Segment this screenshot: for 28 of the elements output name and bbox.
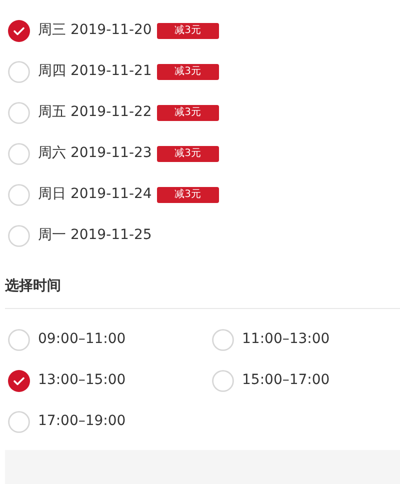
radio-icon[interactable] — [212, 370, 234, 392]
discount-tag: 减3元 — [156, 146, 219, 162]
time-slot-label: 11:00–13:00 — [242, 330, 330, 349]
discount-tag: 减3元 — [156, 104, 219, 120]
time-slot-label: 09:00–11:00 — [38, 330, 126, 349]
date-label: 周日 2019-11-24 — [38, 185, 152, 204]
radio-icon[interactable] — [8, 142, 30, 164]
time-slot-label: 13:00–15:00 — [38, 371, 126, 390]
discount-tag: 减3元 — [156, 64, 219, 80]
discount-tag: 减3元 — [156, 186, 219, 202]
date-label: 周四 2019-11-21 — [38, 62, 152, 81]
radio-icon[interactable] — [8, 184, 30, 206]
radio-icon[interactable] — [8, 410, 30, 432]
radio-icon[interactable] — [8, 102, 30, 124]
radio-icon[interactable] — [8, 224, 30, 246]
checked-radio-icon[interactable] — [8, 20, 30, 42]
radio-icon[interactable] — [8, 60, 30, 82]
date-label: 周五 2019-11-22 — [38, 103, 152, 122]
checked-radio-icon[interactable] — [8, 370, 30, 392]
date-label: 周六 2019-11-23 — [38, 144, 152, 163]
radio-icon[interactable] — [212, 328, 234, 350]
radio-icon[interactable] — [8, 328, 30, 350]
time-slot-label: 15:00–17:00 — [242, 371, 330, 390]
date-label: 周三 2019-11-20 — [38, 21, 152, 40]
section-title: 选择时间 — [5, 277, 61, 296]
date-label: 周一 2019-11-25 — [38, 226, 152, 245]
time-slot-label: 17:00–19:00 — [38, 412, 126, 431]
discount-tag: 减3元 — [156, 22, 219, 38]
